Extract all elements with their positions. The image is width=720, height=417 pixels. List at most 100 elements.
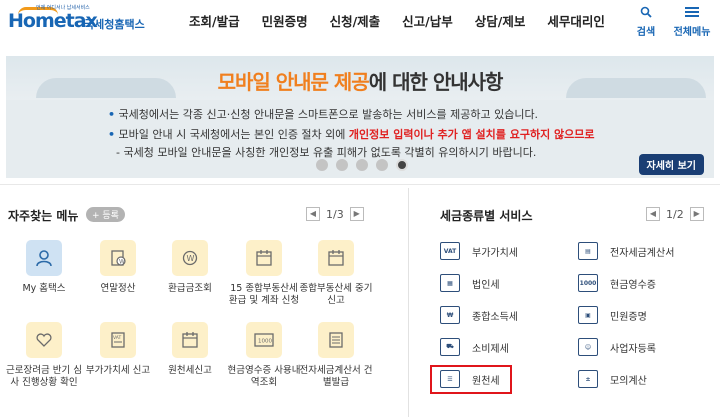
svc-label: 민원증명: [610, 311, 647, 323]
search-button[interactable]: 검색: [626, 6, 666, 38]
document-won-icon: W: [100, 240, 136, 276]
panel-divider: [408, 188, 409, 417]
main-nav: 조회/발급 민원증명 신청/제출 신고/납부 상담/제보 세무대리인: [178, 12, 616, 32]
calculator-icon: ±: [578, 370, 598, 388]
calendar-icon: [246, 240, 282, 276]
notice-banner: 모바일 안내문 제공에 대한 안내사항 • 국세청에서는 각종 신고·신청 안내…: [6, 56, 714, 178]
tax-services-next-arrow-icon[interactable]: ▶: [689, 207, 704, 221]
svc-vat[interactable]: VAT 부가가치세: [440, 242, 518, 260]
nav-certificate[interactable]: 민원증명: [251, 12, 319, 32]
nav-filing[interactable]: 신고/납부: [391, 12, 464, 32]
menu-icon: [672, 6, 712, 20]
svg-text:VAT: VAT: [113, 335, 122, 341]
fav-withholding-filing[interactable]: 원천세신고: [152, 322, 228, 377]
vat-icon: VAT: [440, 242, 460, 260]
section-divider: [0, 184, 720, 185]
nav-tax-agent[interactable]: 세무대리인: [536, 12, 616, 32]
fav-cash-receipt-inquiry[interactable]: 1000 현금영수증 사용내역조회: [226, 322, 302, 389]
tax-services-page-indicator: 1/2: [666, 207, 684, 221]
fav-label: 부가가치세 신고: [85, 365, 151, 376]
svc-consumption-tax[interactable]: ⛟ 소비제세: [440, 338, 509, 356]
favorites-pager: ◀ 1/3 ▶: [306, 207, 364, 221]
bullet-icon: •: [108, 108, 116, 121]
svc-label: 현금영수증: [610, 279, 656, 291]
banner-dot-4[interactable]: [376, 159, 388, 171]
money-bag-icon: ₩: [440, 306, 460, 324]
refund-icon: W: [172, 240, 208, 276]
invoice-icon: [318, 322, 354, 358]
fav-label: 환급금조회: [168, 283, 212, 294]
receipt-icon: 1000: [578, 274, 598, 292]
svc-income-tax[interactable]: ₩ 종합소득세: [440, 306, 518, 324]
fav-e-invoice-issue[interactable]: 전자세금계산서 건별발급: [298, 322, 374, 389]
all-menu-label: 전체메뉴: [673, 27, 711, 38]
banner-line-2: • 모바일 안내 시 국세청에서는 본인 인증 절차 외에 개인정보 입력이나 …: [108, 126, 595, 142]
svc-civil-certificate[interactable]: ▣ 민원증명: [578, 306, 647, 324]
fav-comprehensive-refund[interactable]: 15 종합부동산세 환급 및 계좌 신청: [226, 240, 302, 307]
fav-label: My 홈택스: [22, 283, 66, 294]
svg-text:W: W: [187, 254, 195, 263]
fav-label: 연말정산: [100, 283, 136, 294]
banner-pagination: [316, 159, 408, 171]
banner-dot-2[interactable]: [336, 159, 348, 171]
nav-application[interactable]: 신청/제출: [319, 12, 392, 32]
banner-dot-5-active[interactable]: [396, 159, 408, 171]
fav-my-hometax[interactable]: My 홈택스: [6, 240, 82, 295]
svc-cash-receipt[interactable]: 1000 현금영수증: [578, 274, 656, 292]
withholding-tax-highlight: [430, 365, 512, 394]
svc-label: 법인세: [472, 279, 500, 291]
banner-line-1-text: 국세청에서는 각종 신고·신청 안내문을 스마트폰으로 발송하는 서비스를 제공…: [118, 108, 539, 121]
favorites-prev-arrow-icon[interactable]: ◀: [306, 207, 320, 221]
svc-label: 전자세금계산서: [610, 247, 675, 259]
bullet-icon: •: [108, 128, 116, 141]
fav-refund-inquiry[interactable]: W 환급금조회: [152, 240, 228, 295]
vat-document-icon: VAT: [100, 322, 136, 358]
cart-icon: ⛟: [440, 338, 460, 356]
svc-business-registration[interactable]: ☺ 사업자등록: [578, 338, 656, 356]
favorites-next-arrow-icon[interactable]: ▶: [349, 207, 364, 221]
fav-label: 종합부동산세 중기신고: [299, 283, 373, 306]
nav-consult[interactable]: 상담/제보: [464, 12, 537, 32]
fav-label: 근로장려금 반기 심사 진행상황 확인: [6, 365, 82, 388]
all-menu-button[interactable]: 전체메뉴: [672, 6, 712, 38]
fav-earned-income-credit[interactable]: 근로장려금 반기 심사 진행상황 확인: [6, 322, 82, 389]
svc-label: 종합소득세: [472, 311, 518, 323]
fav-year-end-settlement[interactable]: W 연말정산: [80, 240, 156, 295]
fav-label: 15 종합부동산세 환급 및 계좌 신청: [228, 283, 300, 306]
header: 언제 어디서나 납세서비스 Hometax 국세청홈택스 조회/발급 민원증명 …: [0, 0, 720, 46]
logo-brand-kr: 국세청홈택스: [84, 18, 145, 31]
banner-title-rest: 에 대한 안내사항: [368, 70, 504, 94]
svc-e-invoice[interactable]: ▤ 전자세금계산서: [578, 242, 674, 260]
hometax-logo[interactable]: 언제 어디서나 납세서비스 Hometax 국세청홈택스: [6, 4, 145, 38]
nav-inquiry[interactable]: 조회/발급: [178, 12, 251, 32]
fav-label: 원천세신고: [168, 365, 212, 376]
heart-search-icon: [26, 322, 62, 358]
fav-label: 현금영수증 사용내역조회: [227, 365, 301, 388]
svc-label: 모의계산: [610, 375, 647, 387]
favorites-page-indicator: 1/3: [326, 207, 344, 221]
banner-detail-button[interactable]: 자세히 보기: [638, 154, 704, 175]
tax-services-prev-arrow-icon[interactable]: ◀: [646, 207, 660, 221]
fav-vat-filing[interactable]: VAT 부가가치세 신고: [80, 322, 156, 377]
svc-label: 사업자등록: [610, 343, 656, 355]
favorites-register-button[interactable]: + 등록: [86, 207, 125, 222]
certificate-icon: ▣: [578, 306, 598, 324]
banner-line-3: - 국세청 모바일 안내문을 사칭한 개인정보 유출 피해가 없도록 각별히 유…: [116, 146, 537, 159]
receipt-icon: 1000: [246, 322, 282, 358]
svc-label: 소비제세: [472, 343, 509, 355]
svc-label: 부가가치세: [472, 247, 518, 259]
fav-comprehensive-interim[interactable]: 종합부동산세 중기신고: [298, 240, 374, 307]
svc-mock-calculation[interactable]: ± 모의계산: [578, 370, 647, 388]
banner-dot-3[interactable]: [356, 159, 368, 171]
banner-dot-1[interactable]: [316, 159, 328, 171]
person-icon: ☺: [578, 338, 598, 356]
favorites-title: 자주찾는 메뉴: [8, 209, 79, 223]
svg-text:1000: 1000: [258, 339, 272, 345]
banner-line-2-warning: 개인정보 입력이나 추가 앱 설치를 요구하지 않으므로: [348, 128, 595, 141]
calendar-icon: [318, 240, 354, 276]
svg-text:W: W: [119, 259, 125, 266]
fav-label: 전자세금계산서 건별발급: [299, 365, 373, 388]
search-label: 검색: [636, 27, 656, 38]
banner-title-highlight: 모바일 안내문 제공: [217, 70, 370, 94]
svc-corporate-tax[interactable]: ▦ 법인세: [440, 274, 500, 292]
